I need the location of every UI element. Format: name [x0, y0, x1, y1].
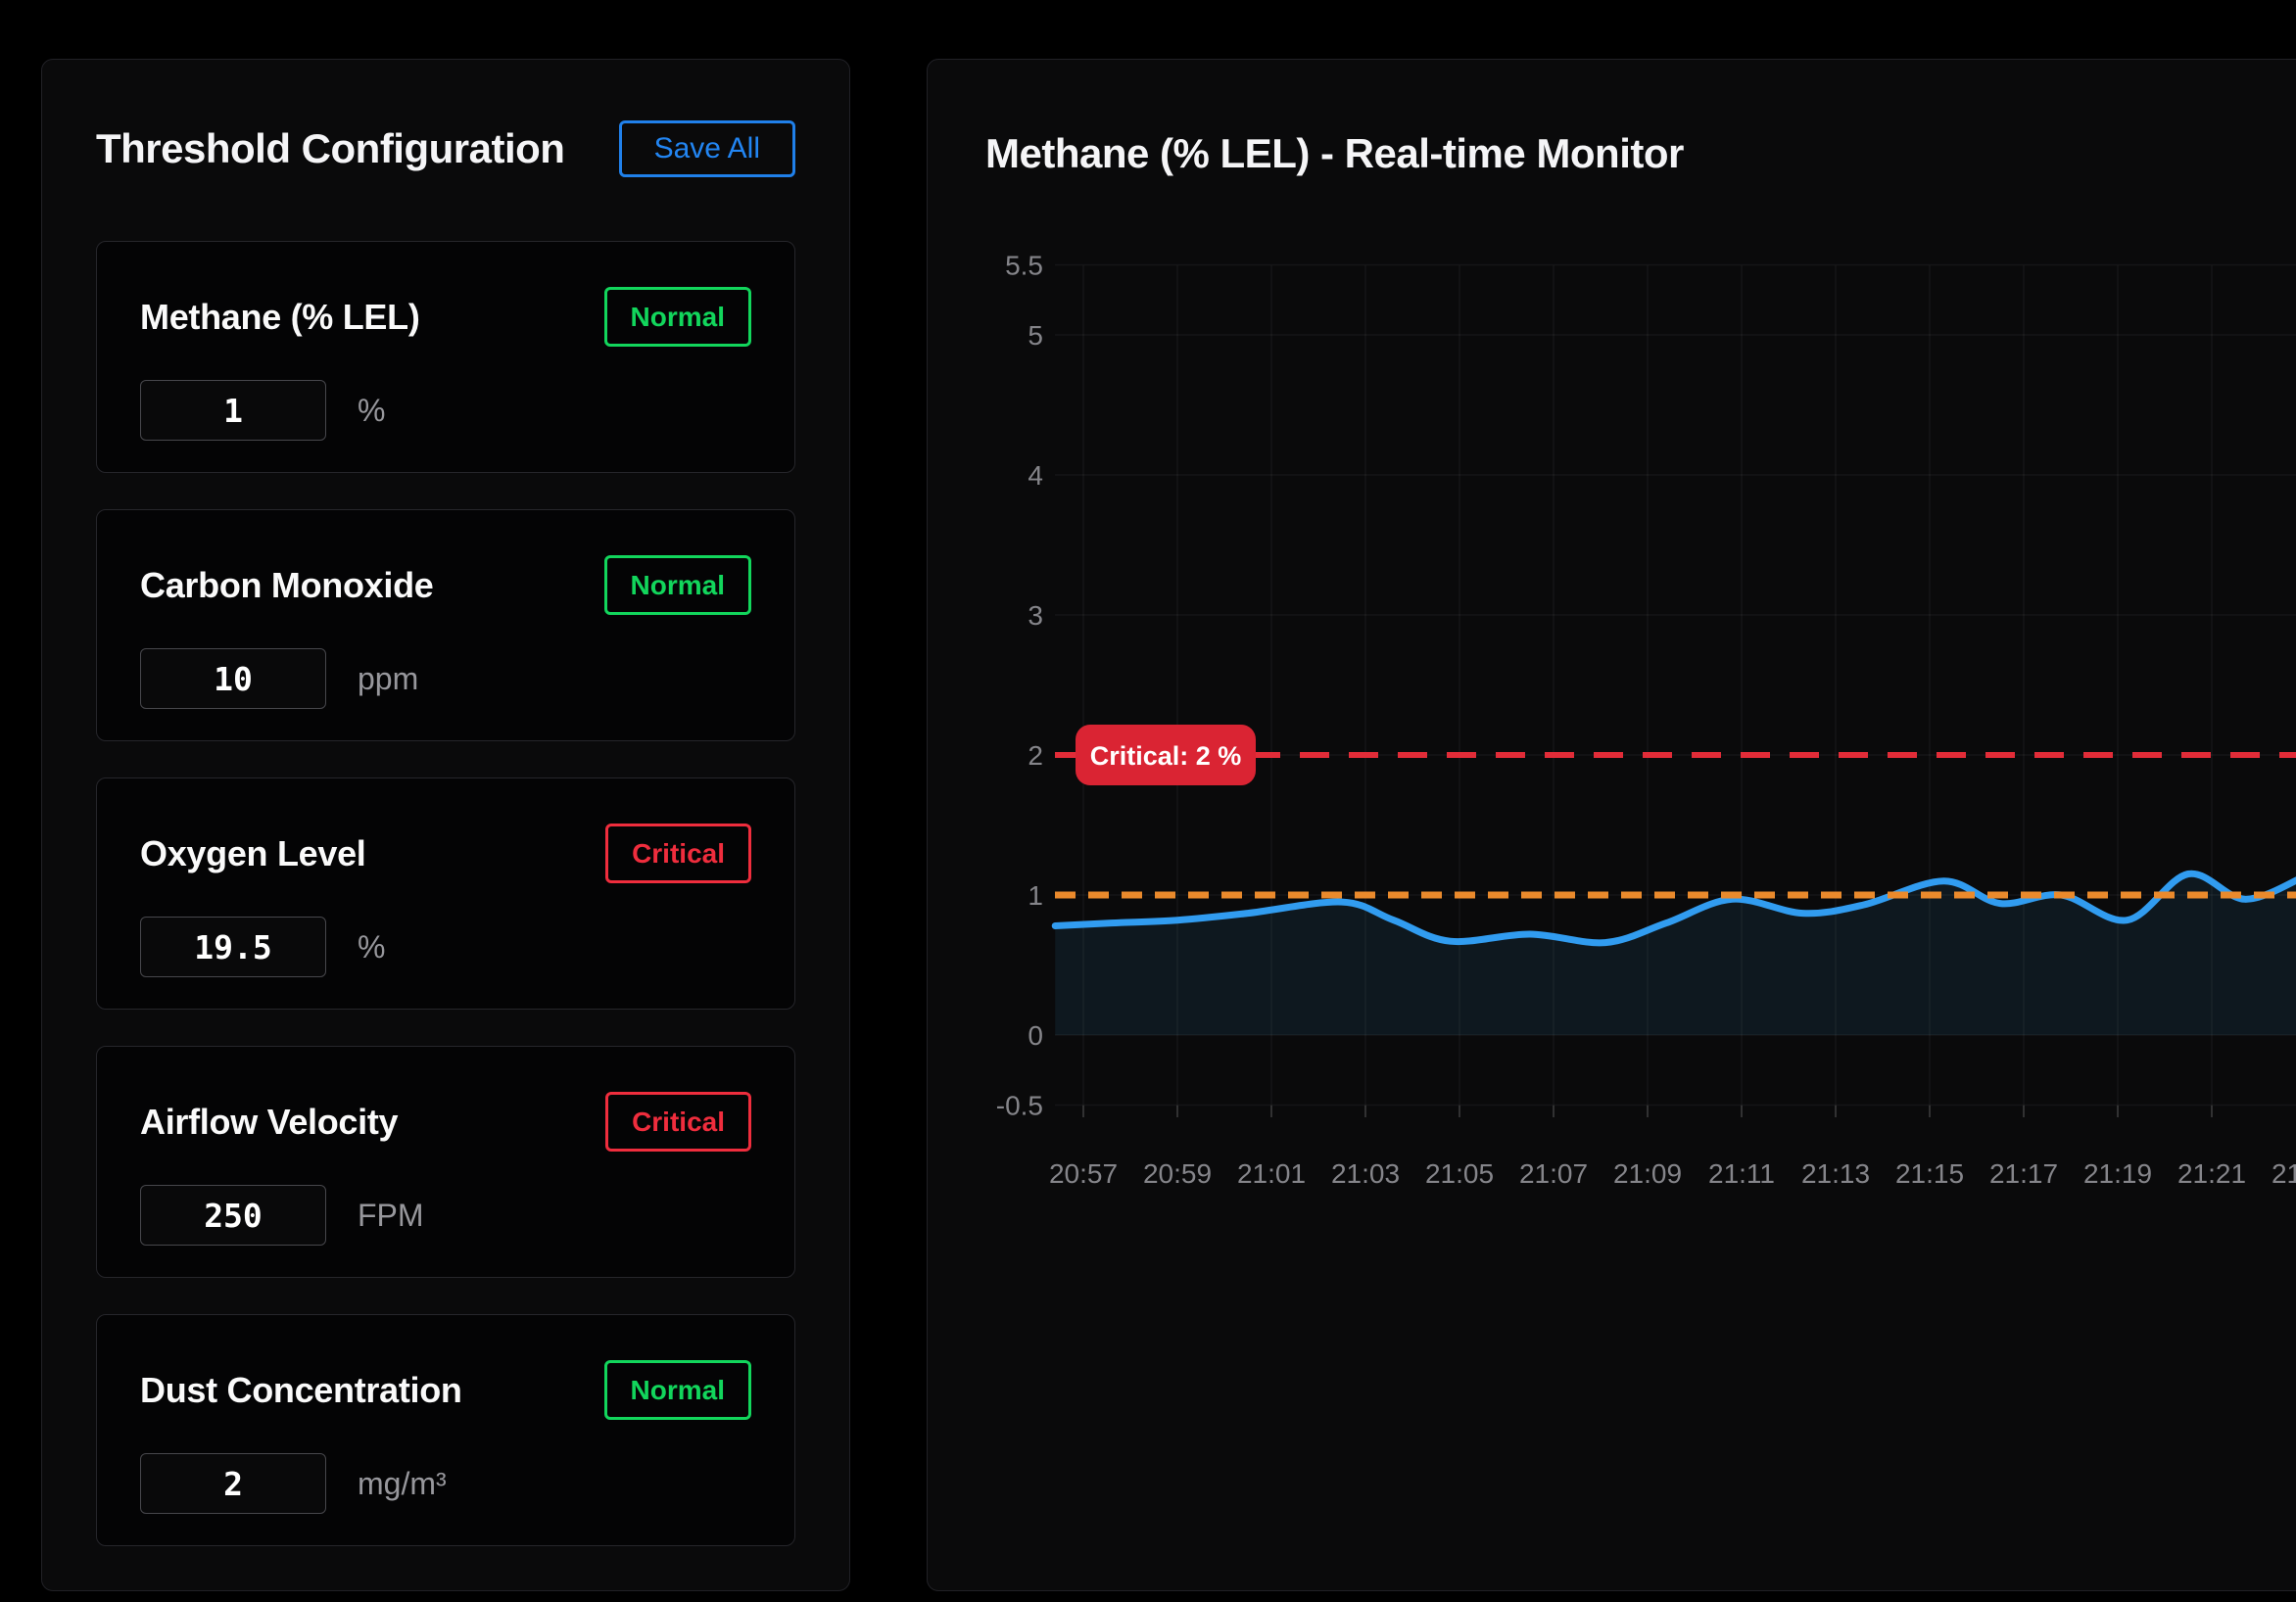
y-axis-label: 5.5	[1005, 251, 1043, 281]
page-title: Threshold Configuration	[96, 125, 564, 172]
x-axis-label: 21:01	[1237, 1158, 1306, 1189]
x-axis-label: 20:59	[1143, 1158, 1212, 1189]
unit-label: ppm	[358, 661, 418, 697]
y-axis-label: -0.5	[996, 1091, 1043, 1121]
sensor-label: Airflow Velocity	[140, 1102, 398, 1143]
x-axis-label: 20:57	[1049, 1158, 1118, 1189]
y-axis-label: 1	[1028, 880, 1043, 911]
status-badge: Normal	[604, 555, 751, 615]
status-badge: Normal	[604, 287, 751, 347]
x-axis-label: 21:07	[1519, 1158, 1588, 1189]
methane-chart: Critical: 2 % 5.5 5 4 3 2 1 0 -0.5 20:57 20:59 21:0…	[928, 60, 2296, 1284]
threshold-card-carbon-monoxide: Carbon Monoxide Normal ppm	[96, 509, 795, 741]
threshold-card-oxygen: Oxygen Level Critical %	[96, 777, 795, 1010]
x-axis-label: 21:17	[1989, 1158, 2058, 1189]
x-axis-label: 21:05	[1425, 1158, 1494, 1189]
unit-label: mg/m³	[358, 1466, 447, 1502]
threshold-value-input[interactable]	[140, 1185, 326, 1246]
y-axis-label: 3	[1028, 600, 1043, 631]
threshold-card-list: Methane (% LEL) Normal % Carbon Monoxide…	[96, 241, 795, 1546]
y-axis-label: 2	[1028, 740, 1043, 771]
threshold-value-input[interactable]	[140, 917, 326, 977]
sensor-label: Carbon Monoxide	[140, 565, 434, 606]
unit-label: FPM	[358, 1198, 424, 1234]
x-axis-label: 21:09	[1613, 1158, 1682, 1189]
status-badge: Critical	[605, 1092, 751, 1152]
sensor-label: Oxygen Level	[140, 833, 366, 874]
threshold-value-input[interactable]	[140, 648, 326, 709]
mine-safety-dashboard: { "left_panel": { "title": "Threshold Co…	[0, 0, 2296, 1602]
x-axis-label: 21:11	[1708, 1158, 1775, 1189]
x-axis-ticks	[1083, 1106, 2296, 1117]
x-axis-label: 21:13	[1801, 1158, 1870, 1189]
chart-title: Methane (% LEL) - Real-time Monitor	[985, 130, 1684, 177]
x-axis-label: 21:03	[1331, 1158, 1400, 1189]
unit-label: %	[358, 393, 385, 429]
y-axis-label: 4	[1028, 460, 1043, 491]
status-badge: Critical	[605, 824, 751, 883]
x-axis-label: 21:15	[1895, 1158, 1964, 1189]
sensor-label: Methane (% LEL)	[140, 297, 420, 338]
y-axis-label: 5	[1028, 320, 1043, 351]
x-axis-label: 21:23	[2272, 1158, 2296, 1189]
status-badge: Normal	[604, 1360, 751, 1420]
realtime-monitor-panel: Methane (% LEL) - Real-time Monitor Crit…	[927, 59, 2296, 1591]
threshold-card-methane: Methane (% LEL) Normal %	[96, 241, 795, 473]
threshold-value-input[interactable]	[140, 380, 326, 441]
threshold-config-panel: Threshold Configuration Save All Methane…	[41, 59, 850, 1591]
y-axis-label: 0	[1028, 1020, 1043, 1051]
threshold-value-input[interactable]	[140, 1453, 326, 1514]
save-all-button[interactable]: Save All	[619, 120, 795, 177]
sensor-label: Dust Concentration	[140, 1370, 462, 1411]
critical-annotation-label: Critical: 2 %	[1090, 741, 1242, 771]
threshold-card-airflow: Airflow Velocity Critical FPM	[96, 1046, 795, 1278]
threshold-card-dust: Dust Concentration Normal mg/m³	[96, 1314, 795, 1546]
x-axis-label: 21:21	[2177, 1158, 2246, 1189]
threshold-config-header: Threshold Configuration Save All	[96, 120, 795, 177]
unit-label: %	[358, 929, 385, 966]
x-axis-label: 21:19	[2083, 1158, 2152, 1189]
